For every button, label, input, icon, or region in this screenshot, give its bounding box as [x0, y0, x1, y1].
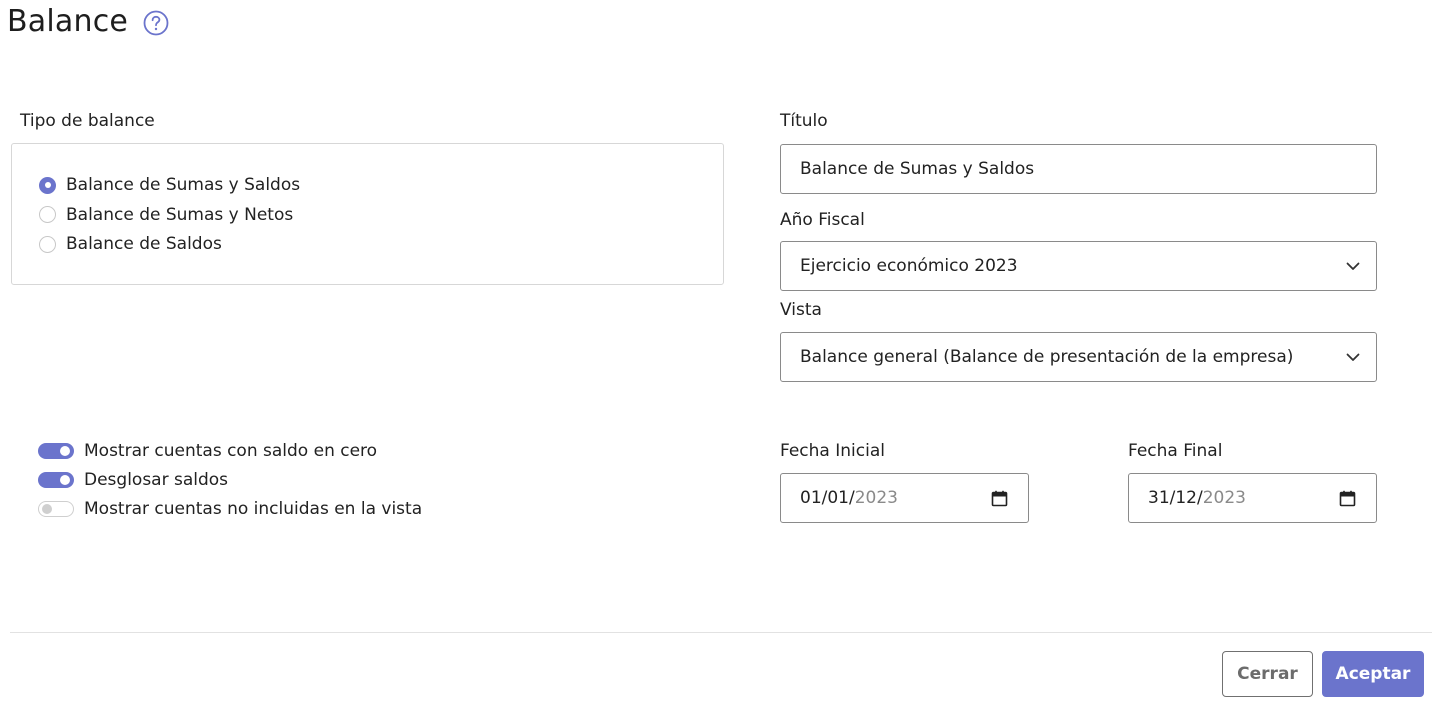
toggle-switch-on[interactable] [38, 472, 74, 488]
fiscal-year-value: Ejercicio económico 2023 [800, 256, 1018, 276]
calendar-icon[interactable] [991, 490, 1008, 507]
toggle-label: Mostrar cuentas con saldo en cero [84, 441, 378, 461]
radio-option-saldos[interactable]: Balance de Saldos [39, 233, 300, 255]
toggle-label: Mostrar cuentas no incluidas en la vista [84, 499, 423, 519]
calendar-icon[interactable] [1339, 490, 1356, 507]
end-date-year: 2023 [1202, 488, 1246, 508]
end-date-input[interactable]: 31/12/2023 [1128, 473, 1377, 523]
fiscal-year-label: Año Fiscal [780, 210, 865, 230]
footer-divider [10, 632, 1432, 633]
options-toggle-group: Mostrar cuentas con saldo en cero Desglo… [38, 440, 422, 520]
end-date-daymonth: 31/12/ [1148, 488, 1203, 508]
toggle-label: Desglosar saldos [84, 470, 229, 490]
end-date-label: Fecha Final [1128, 441, 1223, 461]
toggle-row-breakdown[interactable]: Desglosar saldos [38, 469, 422, 491]
chevron-down-icon [1346, 262, 1360, 270]
toggle-switch-on[interactable] [38, 443, 74, 459]
start-date-input[interactable]: 01/01/2023 [780, 473, 1029, 523]
radio-label: Balance de Sumas y Saldos [66, 175, 301, 195]
title-input[interactable]: Balance de Sumas y Saldos [780, 144, 1377, 194]
radio-label: Balance de Sumas y Netos [66, 204, 294, 225]
radio-button[interactable] [39, 235, 56, 253]
question-circle-icon[interactable] [143, 10, 169, 36]
view-select[interactable]: Balance general (Balance de presentación… [780, 332, 1377, 382]
radio-button[interactable] [39, 206, 56, 223]
title-input-value: Balance de Sumas y Saldos [800, 159, 1035, 179]
accept-button[interactable]: Aceptar [1322, 651, 1424, 697]
fiscal-year-select[interactable]: Ejercicio económico 2023 [780, 241, 1377, 291]
radio-option-sumas-netos[interactable]: Balance de Sumas y Netos [39, 204, 300, 226]
balance-type-radio-group: Balance de Sumas y Saldos Balance de Sum… [39, 174, 300, 255]
start-date-daymonth: 01/01/ [800, 488, 855, 508]
title-field-label: Título [780, 111, 828, 131]
page-title: Balance [7, 4, 129, 39]
radio-button-selected[interactable] [39, 176, 56, 194]
balance-type-label: Tipo de balance [20, 111, 155, 131]
radio-label: Balance de Saldos [66, 234, 222, 254]
close-button[interactable]: Cerrar [1222, 651, 1313, 697]
toggle-switch-off[interactable] [38, 501, 74, 517]
chevron-down-icon [1346, 353, 1360, 361]
view-label: Vista [780, 300, 822, 320]
radio-option-sumas-saldos[interactable]: Balance de Sumas y Saldos [39, 174, 300, 196]
start-date-label: Fecha Inicial [780, 441, 885, 461]
toggle-row-not-included[interactable]: Mostrar cuentas no incluidas en la vista [38, 498, 422, 520]
toggle-row-zero-balance[interactable]: Mostrar cuentas con saldo en cero [38, 440, 422, 462]
start-date-year: 2023 [854, 488, 898, 508]
view-value: Balance general (Balance de presentación… [800, 347, 1294, 367]
